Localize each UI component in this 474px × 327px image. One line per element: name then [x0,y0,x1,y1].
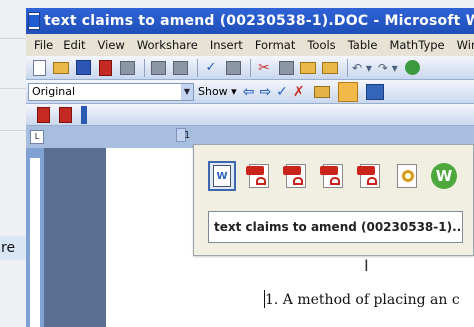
format-painter-button[interactable] [321,59,339,77]
menu-tools[interactable]: Tools [307,38,335,52]
accept-change-icon[interactable]: ✓ [276,84,288,100]
word-app-icon[interactable] [28,12,40,30]
divider [0,38,26,39]
menu-format[interactable]: Format [255,38,296,52]
window-title: text claims to amend (00230538-1).DOC - … [44,13,474,29]
page-margin-shadow [44,148,106,327]
track-changes-icon[interactable] [337,81,358,102]
next-change-icon[interactable]: ⇨ [259,84,271,100]
reviewing-toolbar: Original ▼ Show ▾ ⇦ ⇨ ✓ ✗ [26,80,474,104]
tab-selector[interactable]: L [30,130,44,144]
screen: re text claims to amend (00230538-1).DOC… [0,0,474,327]
folder-icon[interactable] [313,85,330,98]
open-folder-icon [53,61,69,74]
document-name-field[interactable]: text claims to amend (00230538-1).... [208,211,463,243]
print-button[interactable] [149,59,167,77]
convert-to-pdf-button[interactable] [34,106,52,124]
paste-icon [300,61,316,74]
display-for-review-value: Original [32,85,76,98]
cut-button[interactable]: ✂ [255,59,273,77]
paste-button[interactable] [299,59,317,77]
menu-insert[interactable]: Insert [210,38,243,52]
redo-icon[interactable]: ↷ ▾ [378,61,398,75]
divider [0,130,26,131]
spelling-icon: ✓ [205,60,217,75]
research-button[interactable] [224,59,242,77]
pdf-icon[interactable] [356,161,384,191]
divider [0,88,26,89]
toolbar-grip[interactable] [81,105,87,124]
chevron-down-icon[interactable]: ▼ [181,83,193,100]
pdf-icon[interactable] [319,161,347,191]
menu-window[interactable]: Wind [457,38,474,52]
floating-icon-row: W W [208,161,467,191]
menu-mathtype[interactable]: MathType [389,38,444,52]
search-pdf-icon[interactable] [393,161,421,191]
menu-view[interactable]: View [98,38,125,52]
open-button[interactable] [52,59,70,77]
ruler-number: 1 [184,130,191,141]
new-document-icon [32,59,46,76]
background-label: re [0,236,26,260]
toolbar-separator [197,58,198,77]
undo-icon[interactable]: ↶ ▾ [352,61,372,75]
previous-change-icon[interactable]: ⇦ [243,84,255,100]
toolbar-separator [144,58,145,77]
workshare-icon[interactable]: W [430,161,458,191]
document-text[interactable]: 1. A method of placing an c [265,292,460,308]
new-button[interactable] [30,59,48,77]
reject-change-icon[interactable]: ✗ [293,84,305,100]
menu-file[interactable]: File [34,38,53,52]
research-icon [225,60,241,75]
brush-icon [322,61,338,74]
menu-bar: File Edit View Workshare Insert Format T… [26,34,474,56]
pdf-icon [98,59,112,76]
spelling-button[interactable]: ✓ [202,59,220,77]
pdf-icon [36,106,50,123]
save-button[interactable] [74,59,92,77]
vertical-ruler-margin [30,158,40,327]
save-icon [75,60,91,75]
reviewing-pane-icon[interactable] [365,83,384,100]
toolbar-separator [250,58,251,77]
pdf-button[interactable] [96,59,114,77]
hyperlink-button[interactable] [404,59,422,77]
menu-workshare[interactable]: Workshare [137,38,198,52]
standard-toolbar: ✓ ✂ ↶ ▾ ↷ ▾ [26,56,474,80]
pdf-icon [58,106,72,123]
menu-edit[interactable]: Edit [63,38,85,52]
scissors-icon: ✂ [258,59,270,76]
convert-and-email-pdf-button[interactable] [56,106,74,124]
print-preview-button[interactable] [171,59,189,77]
pdf-toolbar [26,104,474,126]
floating-toolbar-panel: W W text claims to amend (00230538-1)...… [193,144,474,256]
copy-icon [278,60,294,75]
title-bar: text claims to amend (00230538-1).DOC - … [26,8,474,34]
ibeam-cursor-icon: I [364,256,369,275]
pdf-icon[interactable] [245,161,273,191]
copy-button[interactable] [277,59,295,77]
show-button[interactable]: Show ▾ [198,85,237,98]
pdf-icon[interactable] [282,161,310,191]
permission-icon [119,60,135,75]
menu-table[interactable]: Table [348,38,378,52]
toolbar-separator [347,58,348,77]
display-for-review-select[interactable]: Original ▼ [28,82,194,101]
print-icon [150,60,166,75]
globe-icon [405,60,421,75]
print-preview-icon [172,60,188,75]
permission-button[interactable] [118,59,136,77]
word-icon[interactable]: W [208,161,236,191]
